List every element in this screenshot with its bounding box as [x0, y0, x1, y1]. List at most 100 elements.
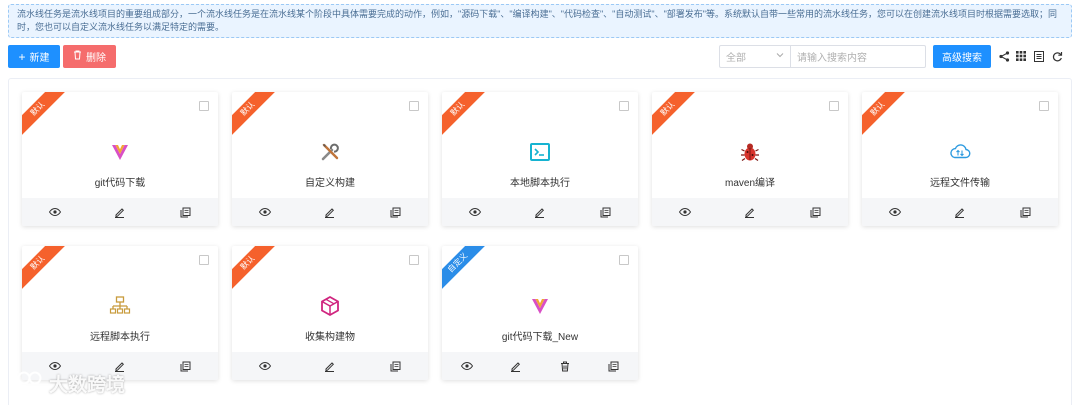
copy-icon[interactable] — [179, 206, 191, 218]
card-actions — [22, 198, 218, 226]
edit-icon[interactable] — [114, 206, 126, 218]
package-box-icon — [232, 295, 428, 317]
vue-v-icon — [22, 141, 218, 163]
edit-icon[interactable] — [744, 206, 756, 218]
card-actions — [442, 198, 638, 226]
card-checkbox[interactable] — [619, 255, 629, 265]
copy-icon[interactable] — [1019, 206, 1031, 218]
card-title: 本地脚本执行 — [510, 178, 570, 189]
card-title: maven编译 — [724, 178, 775, 189]
edit-icon[interactable] — [324, 206, 336, 218]
vue-v-icon — [442, 295, 638, 317]
edit-icon[interactable] — [534, 206, 546, 218]
ribbon: 默认 — [862, 92, 910, 140]
card-title: 自定义构建 — [305, 178, 355, 189]
card-checkbox[interactable] — [1039, 101, 1049, 111]
task-card-panel: 默认 git代码下载 默认 自定义构建 默认 本地脚本执行 默认 maven编译… — [8, 78, 1072, 405]
terminal-icon — [442, 141, 638, 163]
share-icon[interactable] — [998, 50, 1010, 62]
watermark-logo-icon — [9, 368, 43, 398]
view-icon[interactable] — [460, 360, 473, 372]
new-button-label: 新建 — [29, 53, 50, 64]
default-ribbon: 默认 — [232, 92, 279, 140]
copy-icon[interactable] — [179, 360, 191, 372]
custom-ribbon: 自定义 — [442, 246, 489, 294]
search-placeholder: 请输入搜索内容 — [797, 53, 867, 64]
trash-icon — [73, 50, 82, 63]
view-icon[interactable] — [258, 206, 271, 218]
toolbar: + 新建 删除 全部 请输入搜索内容 高级搜索 — [8, 45, 1072, 69]
task-card[interactable]: 默认 远程脚本执行 — [22, 246, 218, 380]
delete-button-label: 删除 — [86, 53, 106, 64]
card-checkbox[interactable] — [829, 101, 839, 111]
ribbon: 默认 — [442, 92, 490, 140]
default-ribbon: 默认 — [442, 92, 489, 140]
default-ribbon: 默认 — [232, 246, 279, 294]
advanced-search-button[interactable]: 高级搜索 — [933, 45, 991, 68]
view-icon[interactable] — [468, 206, 481, 218]
tools-icon — [232, 141, 428, 163]
copy-icon[interactable] — [389, 206, 401, 218]
copy-icon[interactable] — [389, 360, 401, 372]
task-card[interactable]: 默认 maven编译 — [652, 92, 848, 226]
card-title: 远程脚本执行 — [90, 332, 150, 343]
task-card[interactable]: 默认 远程文件传输 — [862, 92, 1058, 226]
card-checkbox[interactable] — [409, 255, 419, 265]
ribbon: 默认 — [232, 92, 280, 140]
task-card[interactable]: 默认 git代码下载 — [22, 92, 218, 226]
edit-icon[interactable] — [324, 360, 336, 372]
view-icon[interactable] — [678, 206, 691, 218]
card-checkbox[interactable] — [619, 101, 629, 111]
ribbon: 自定义 — [442, 246, 490, 294]
copy-icon[interactable] — [809, 206, 821, 218]
ribbon: 默认 — [232, 246, 280, 294]
task-card[interactable]: 默认 本地脚本执行 — [442, 92, 638, 226]
card-checkbox[interactable] — [199, 101, 209, 111]
card-actions — [232, 352, 428, 380]
view-icon[interactable] — [888, 206, 901, 218]
category-select[interactable]: 全部 — [719, 45, 791, 68]
view-icon[interactable] — [48, 206, 61, 218]
delete-icon[interactable] — [559, 360, 571, 372]
watermark: 大数跨境 — [9, 368, 125, 398]
refresh-icon[interactable] — [1051, 50, 1063, 62]
copy-icon[interactable] — [599, 206, 611, 218]
info-notice: 流水线任务是流水线项目的重要组成部分，一个流水线任务是在流水线某个阶段中具体需要… — [8, 4, 1072, 38]
new-button[interactable]: + 新建 — [8, 45, 60, 68]
copy-icon[interactable] — [608, 360, 620, 372]
card-checkbox[interactable] — [409, 101, 419, 111]
category-select-value: 全部 — [726, 53, 746, 64]
view-icon[interactable] — [258, 360, 271, 372]
card-title: 收集构建物 — [305, 332, 355, 343]
ribbon: 默认 — [22, 92, 70, 140]
default-ribbon: 默认 — [22, 92, 69, 140]
network-tree-icon — [22, 295, 218, 317]
default-ribbon: 默认 — [862, 92, 909, 140]
task-card[interactable]: 默认 自定义构建 — [232, 92, 428, 226]
ribbon: 默认 — [22, 246, 70, 294]
task-card[interactable]: 自定义 git代码下载_New — [442, 246, 638, 380]
watermark-text: 大数跨境 — [49, 374, 126, 396]
search-input[interactable]: 请输入搜索内容 — [790, 45, 926, 68]
grid-view-icon[interactable] — [1015, 50, 1027, 62]
edit-icon[interactable] — [954, 206, 966, 218]
task-card[interactable]: 默认 收集构建物 — [232, 246, 428, 380]
card-actions — [232, 198, 428, 226]
card-title: git代码下载_New — [501, 332, 579, 343]
ribbon: 默认 — [652, 92, 700, 140]
default-ribbon: 默认 — [22, 246, 69, 294]
card-title: git代码下载 — [94, 178, 146, 189]
card-actions — [442, 352, 638, 380]
list-view-icon[interactable] — [1033, 50, 1045, 62]
chevron-down-icon — [776, 51, 784, 61]
card-title: 远程文件传输 — [930, 178, 990, 189]
card-actions — [652, 198, 848, 226]
card-actions — [862, 198, 1058, 226]
cloud-transfer-icon — [862, 141, 1058, 163]
plus-icon: + — [18, 49, 26, 64]
edit-icon[interactable] — [510, 360, 522, 372]
card-checkbox[interactable] — [199, 255, 209, 265]
delete-button[interactable]: 删除 — [63, 45, 116, 68]
bug-icon — [652, 141, 848, 163]
default-ribbon: 默认 — [652, 92, 699, 140]
